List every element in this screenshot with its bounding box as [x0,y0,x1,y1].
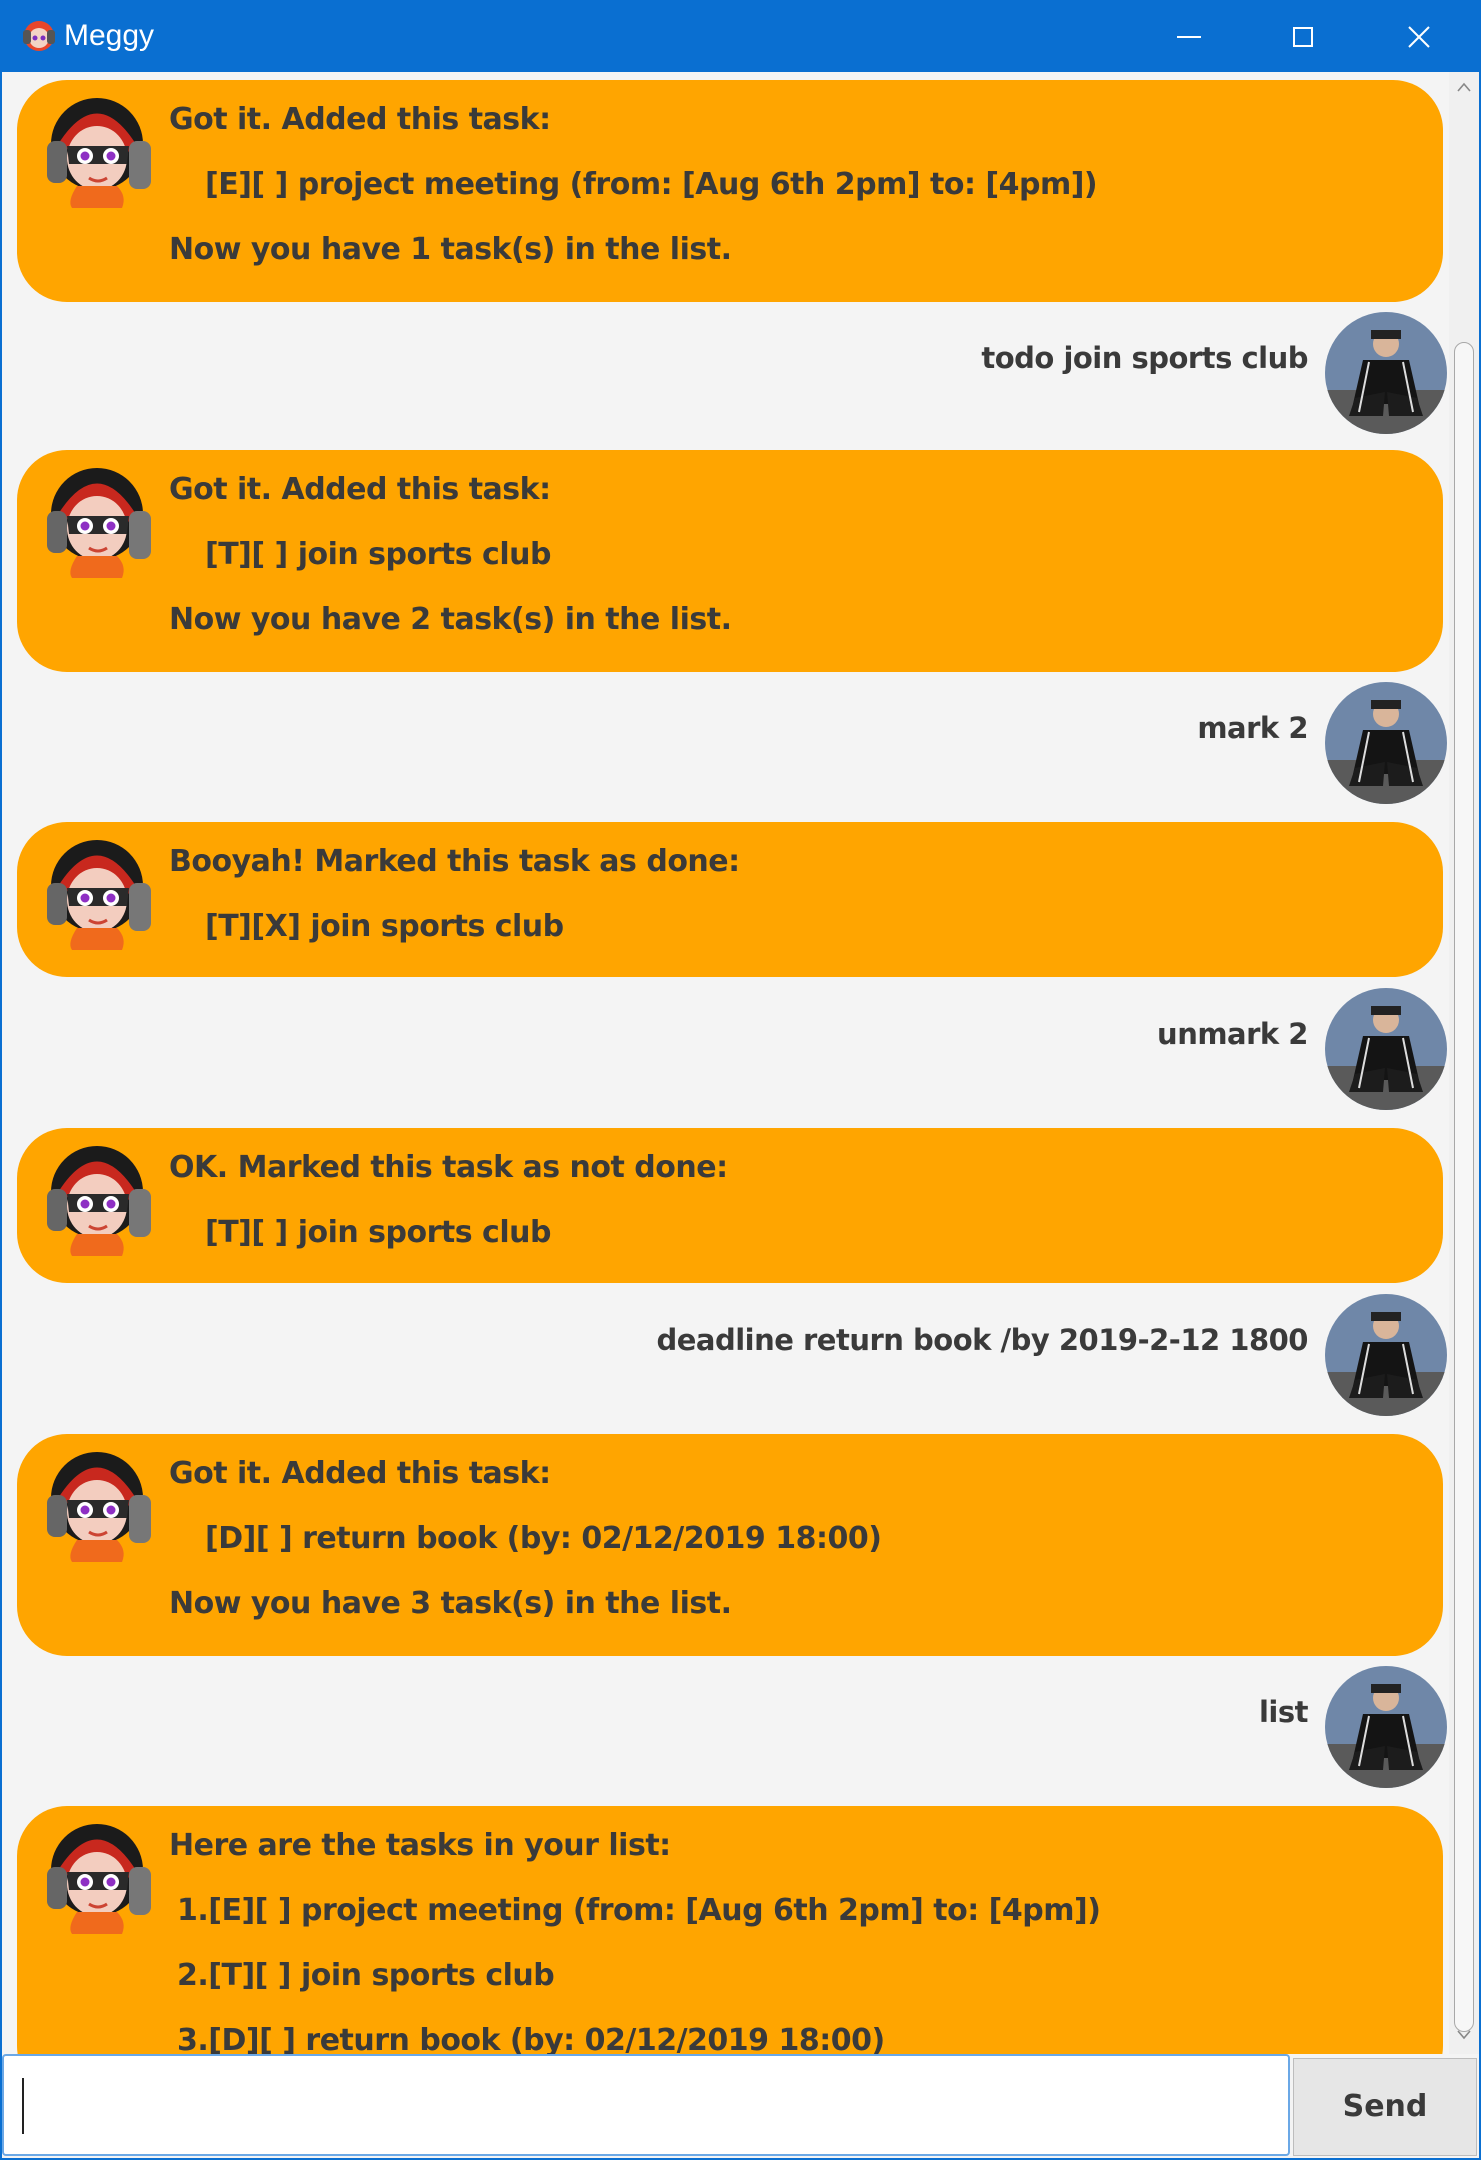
message-line: OK. Marked this task as not done: [169,1150,728,1185]
bot-message-text: Got it. Added this task: [D][ ] return b… [169,1454,882,1649]
bot-message: Got it. Added this task: [E][ ] project … [2,80,1452,302]
message-input[interactable] [2,2054,1290,2156]
bot-avatar-icon [47,468,151,578]
dialog-scroll-pane[interactable]: Got it. Added this task: [E][ ] project … [2,72,1452,2054]
bot-message: OK. Marked this task as not done: [T][ ]… [2,1128,1452,1283]
minimize-icon [1177,36,1201,38]
user-avatar-icon [1325,1666,1447,1788]
message-line: Got it. Added this task: [169,472,551,507]
scroll-up-icon[interactable] [1456,80,1472,94]
user-avatar-icon [1325,682,1447,804]
maximize-icon [1293,27,1313,47]
user-message: mark 2 [2,682,1452,814]
bot-message-text: Got it. Added this task: [T][ ] join spo… [169,470,732,665]
app-icon [23,21,55,51]
user-message-text: deadline return book /by 2019-2-12 1800 [656,1323,1308,1357]
message-line: Now you have 3 task(s) in the list. [169,1586,732,1621]
bot-avatar-icon [47,1452,151,1562]
scroll-thumb[interactable] [1454,342,1474,2032]
message-line: 3.[D][ ] return book (by: 02/12/2019 18:… [177,2023,885,2054]
message-line: 1.[E][ ] project meeting (from: [Aug 6th… [177,1893,1101,1928]
message-line: [T][X] join sports club [205,909,564,944]
bot-message: Got it. Added this task: [T][ ] join spo… [2,450,1452,672]
bot-message-text: Booyah! Marked this task as done: [T][X]… [169,842,740,972]
message-line: Here are the tasks in your list: [169,1828,671,1863]
bot-bubble: Got it. Added this task: [T][ ] join spo… [17,450,1443,672]
message-line: 2.[T][ ] join sports club [177,1958,555,1993]
message-line: [T][ ] join sports club [205,1215,551,1250]
scroll-down-icon[interactable] [1456,2028,1472,2042]
message-line: [T][ ] join sports club [205,537,551,572]
bot-avatar-icon [47,1824,151,1934]
send-button[interactable]: Send [1293,2058,1477,2156]
bot-avatar-icon [47,98,151,208]
user-message: list [2,1666,1452,1798]
user-avatar-icon [1325,312,1447,434]
close-icon [1408,26,1430,48]
window-title: Meggy [64,19,155,52]
bot-avatar-icon [47,1146,151,1256]
user-message-text: unmark 2 [1157,1017,1308,1051]
message-line: Now you have 2 task(s) in the list. [169,602,732,637]
message-line: Got it. Added this task: [169,1456,551,1491]
window-body: Got it. Added this task: [E][ ] project … [2,72,1479,2158]
title-bar: Meggy [0,0,1481,72]
minimize-button[interactable] [1134,0,1244,72]
user-message: deadline return book /by 2019-2-12 1800 [2,1294,1452,1426]
bot-bubble: Booyah! Marked this task as done: [T][X]… [17,822,1443,977]
close-button[interactable] [1364,0,1474,72]
message-line: [D][ ] return book (by: 02/12/2019 18:00… [205,1521,882,1556]
bot-message: Got it. Added this task: [D][ ] return b… [2,1434,1452,1656]
bot-bubble: Here are the tasks in your list: 1.[E][ … [17,1806,1443,2054]
bot-bubble: OK. Marked this task as not done: [T][ ]… [17,1128,1443,1283]
user-avatar-icon [1325,1294,1447,1416]
bot-bubble: Got it. Added this task: [D][ ] return b… [17,1434,1443,1656]
message-line: Booyah! Marked this task as done: [169,844,740,879]
user-message-text: list [1258,1695,1309,1729]
message-line: [E][ ] project meeting (from: [Aug 6th 2… [205,167,1098,202]
bot-message-text: Got it. Added this task: [E][ ] project … [169,100,1098,295]
bot-bubble: Got it. Added this task: [E][ ] project … [17,80,1443,302]
user-message-text: mark 2 [1197,711,1308,745]
text-caret [22,2078,24,2134]
message-line: Got it. Added this task: [169,102,551,137]
vertical-scrollbar[interactable] [1449,72,1479,2054]
user-avatar-icon [1325,988,1447,1110]
user-message: todo join sports club [2,312,1452,444]
message-line: Now you have 1 task(s) in the list. [169,232,732,267]
bot-avatar-icon [47,840,151,950]
maximize-button[interactable] [1248,0,1358,72]
user-message-text: todo join sports club [981,341,1308,375]
user-message: unmark 2 [2,988,1452,1120]
bot-message-text: Here are the tasks in your list: 1.[E][ … [169,1826,1101,2054]
bot-message-text: OK. Marked this task as not done: [T][ ]… [169,1148,728,1278]
bot-message: Booyah! Marked this task as done: [T][X]… [2,822,1452,977]
bot-message: Here are the tasks in your list: 1.[E][ … [2,1806,1452,2054]
